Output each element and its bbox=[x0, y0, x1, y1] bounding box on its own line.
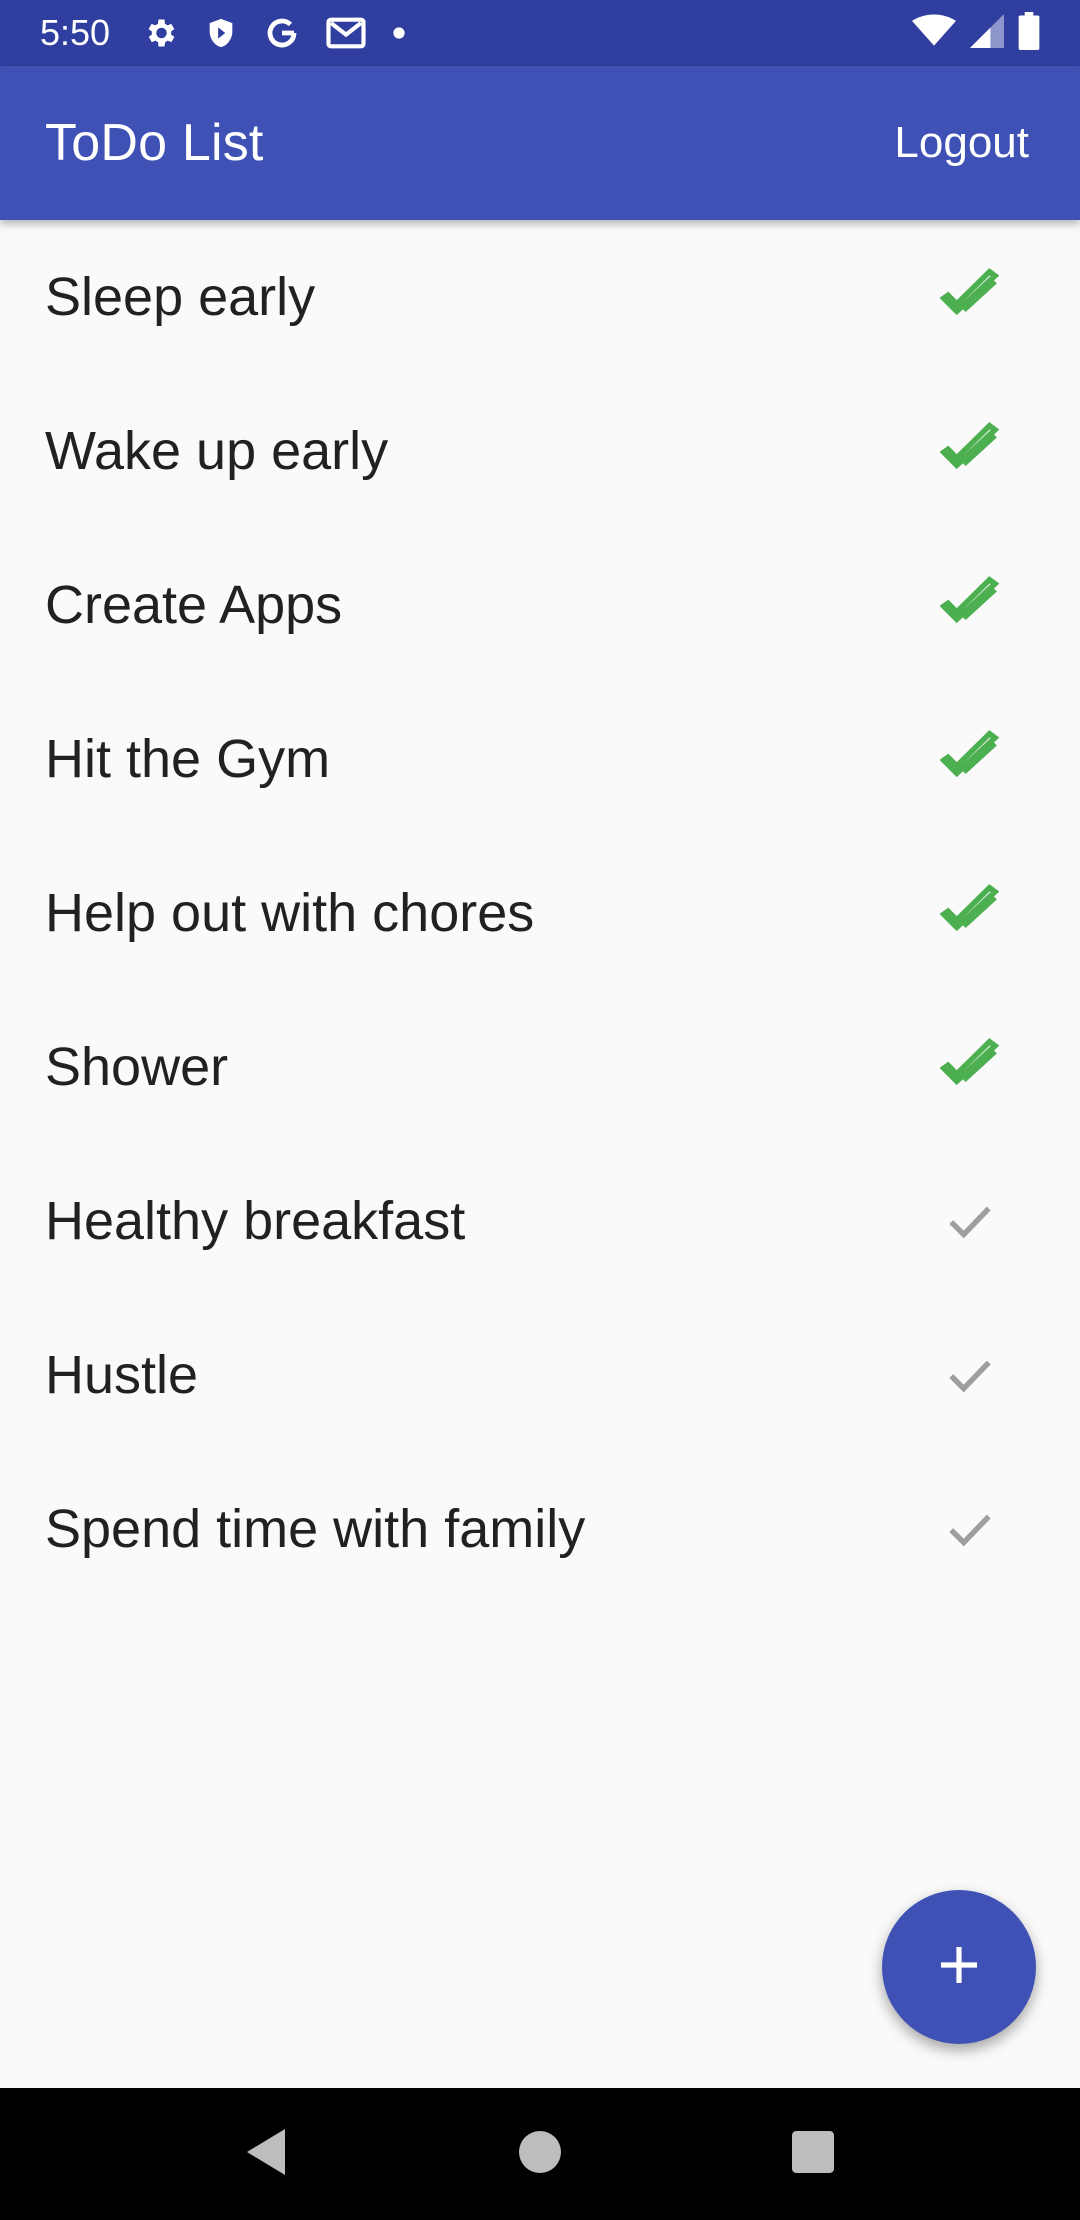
check-icon[interactable] bbox=[934, 1493, 1006, 1565]
done-all-check-icon[interactable] bbox=[934, 723, 1006, 795]
wifi-icon bbox=[912, 14, 956, 53]
todo-item[interactable]: Create Apps bbox=[0, 528, 1080, 682]
battery-icon bbox=[1018, 11, 1040, 55]
status-time: 5:50 bbox=[40, 12, 111, 53]
todo-item[interactable]: Sleep early bbox=[0, 220, 1080, 374]
notification-icons bbox=[142, 15, 406, 51]
shield-icon bbox=[204, 15, 238, 51]
todo-item[interactable]: Shower bbox=[0, 990, 1080, 1144]
plus-icon bbox=[935, 1941, 983, 1994]
todo-label: Wake up early bbox=[45, 421, 389, 481]
gmail-icon bbox=[326, 16, 366, 50]
done-all-check-icon[interactable] bbox=[934, 569, 1006, 641]
done-all-check-icon[interactable] bbox=[934, 1031, 1006, 1103]
recents-button[interactable] bbox=[768, 2109, 858, 2199]
todo-list: Sleep early Wake up early Create Apps Hit t… bbox=[0, 220, 1080, 1606]
back-button[interactable] bbox=[222, 2109, 312, 2199]
todo-item[interactable]: Hustle bbox=[0, 1298, 1080, 1452]
signal-icon bbox=[970, 13, 1004, 53]
home-button[interactable] bbox=[495, 2109, 585, 2199]
done-all-check-icon[interactable] bbox=[934, 415, 1006, 487]
logout-button[interactable]: Logout bbox=[888, 108, 1035, 178]
todo-item[interactable]: Help out with chores bbox=[0, 836, 1080, 990]
google-icon bbox=[264, 15, 300, 51]
done-all-check-icon[interactable] bbox=[934, 261, 1006, 333]
page-title: ToDo List bbox=[45, 114, 264, 172]
todo-label: Create Apps bbox=[45, 575, 343, 635]
dot-icon bbox=[392, 26, 406, 40]
add-todo-button[interactable] bbox=[882, 1890, 1036, 2044]
done-all-check-icon[interactable] bbox=[934, 877, 1006, 949]
gear-icon bbox=[142, 15, 178, 51]
todo-label: Help out with chores bbox=[45, 883, 535, 943]
todo-item[interactable]: Healthy breakfast bbox=[0, 1144, 1080, 1298]
todo-label: Sleep early bbox=[45, 267, 316, 327]
home-icon bbox=[518, 2130, 561, 2178]
todo-item[interactable]: Wake up early bbox=[0, 374, 1080, 528]
screen: 5:50 ToDo List Logout Sleep early Wake u… bbox=[0, 0, 1080, 2220]
todo-label: Spend time with family bbox=[45, 1499, 586, 1559]
todo-item[interactable]: Hit the Gym bbox=[0, 682, 1080, 836]
app-bar: ToDo List Logout bbox=[0, 66, 1080, 220]
navigation-bar bbox=[0, 2088, 1080, 2220]
status-bar: 5:50 bbox=[0, 0, 1080, 66]
todo-item[interactable]: Spend time with family bbox=[0, 1452, 1080, 1606]
check-icon[interactable] bbox=[934, 1339, 1006, 1411]
check-icon[interactable] bbox=[934, 1185, 1006, 1257]
todo-label: Healthy breakfast bbox=[45, 1191, 466, 1251]
todo-label: Shower bbox=[45, 1037, 229, 1097]
recents-icon bbox=[792, 2130, 835, 2178]
todo-label: Hit the Gym bbox=[45, 729, 331, 789]
back-icon bbox=[245, 2127, 289, 2182]
todo-label: Hustle bbox=[45, 1345, 199, 1405]
system-icons bbox=[912, 11, 1040, 55]
